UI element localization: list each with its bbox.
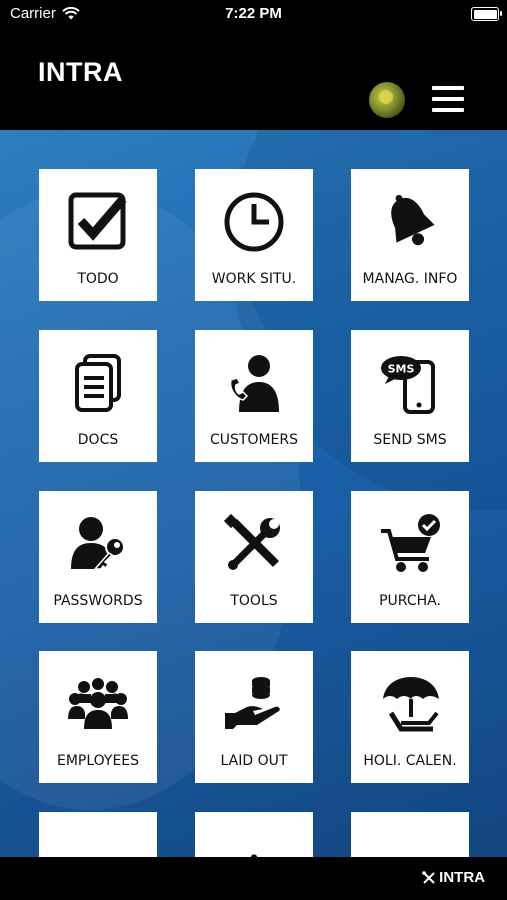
partial-icon [65,832,131,857]
tile-label: MANAG. INFO [362,271,458,287]
tile-label: HOLI. CALEN. [363,753,457,769]
dashboard-grid: TODO WORK SITU. MANAG. INFO DOCS CUSTOME… [0,130,507,857]
clock-icon [221,189,287,255]
user-avatar[interactable] [369,82,405,118]
svg-text:SMS: SMS [388,363,415,376]
tile-label: SEND SMS [373,432,447,448]
tile-partial-1[interactable] [39,812,157,857]
brand-name: INTRA [439,869,485,886]
tile-label: TOOLS [230,593,278,609]
brand-logo: INTRA [422,869,485,886]
tile-holi-calen[interactable]: HOLI. CALEN. [351,651,469,783]
brand-mark-icon [422,870,435,884]
sms-phone-icon: SMS [377,350,443,416]
tile-work-situ[interactable]: WORK SITU. [195,169,313,301]
customer-phone-icon [221,350,287,416]
tile-docs[interactable]: DOCS [39,330,157,462]
tile-label: CUSTOMERS [209,432,299,448]
tile-label: EMPLOYEES [56,753,140,769]
tile-customers[interactable]: CUSTOMERS [195,330,313,462]
cart-check-icon [377,511,443,577]
user-key-icon [65,511,131,577]
tile-send-sms[interactable]: SMS SEND SMS [351,330,469,462]
tile-partial-3[interactable] [351,812,469,857]
tools-icon [221,511,287,577]
documents-icon [65,350,131,416]
beach-umbrella-icon [377,671,443,737]
battery-icon [471,7,502,21]
tile-purcha[interactable]: PURCHA. [351,491,469,623]
employees-group-icon [65,671,131,737]
tile-employees[interactable]: EMPLOYEES [39,651,157,783]
tile-label: PURCHA. [379,593,441,609]
bell-icon [377,189,443,255]
bottom-bar: INTRA [0,857,507,900]
app-title: INTRA [38,57,123,87]
tile-label: DOCS [77,432,119,448]
status-time: 7:22 PM [225,5,282,22]
partial-icon [250,854,258,857]
tile-passwords[interactable]: PASSWORDS [39,491,157,623]
tile-label: LAID OUT [220,753,288,769]
hamburger-menu-button[interactable] [432,86,464,112]
tile-todo[interactable]: TODO [39,169,157,301]
checkbox-icon [65,189,131,255]
tile-label: PASSWORDS [53,593,143,609]
tile-label: TODO [77,271,119,287]
tile-tools[interactable]: TOOLS [195,491,313,623]
tile-partial-2[interactable] [195,812,313,857]
hand-coins-icon [221,671,287,737]
tile-label: WORK SITU. [211,271,297,287]
tile-manag-info[interactable]: MANAG. INFO [351,169,469,301]
partial-icon [377,832,443,857]
tile-laid-out[interactable]: LAID OUT [195,651,313,783]
status-bar: Carrier 7:22 PM [0,0,507,28]
